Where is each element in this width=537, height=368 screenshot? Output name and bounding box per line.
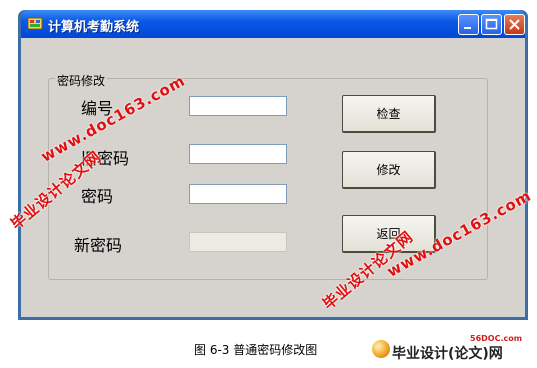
password-label: 密码 xyxy=(81,187,114,206)
client-area: 密码修改 编号 旧密码 密码 新密码 检查 修改 返回 xyxy=(21,38,525,317)
close-button[interactable] xyxy=(504,14,525,35)
figure-caption: 图 6-3 普通密码修改图 xyxy=(194,343,318,357)
groupbox-caption: 密码修改 xyxy=(55,72,108,89)
id-input[interactable] xyxy=(189,96,287,116)
close-icon xyxy=(509,19,520,30)
maximize-button[interactable] xyxy=(481,14,502,35)
modify-button[interactable]: 修改 xyxy=(342,151,436,189)
title-bar[interactable]: 计算机考勤系统 xyxy=(21,10,525,38)
footer-logo: 毕业设计(论文)网 xyxy=(392,346,503,362)
check-button[interactable]: 检查 xyxy=(342,95,436,133)
logo-ball-icon xyxy=(372,340,390,358)
minimize-icon xyxy=(464,27,471,29)
footer-logo-small: 56DOC.com xyxy=(470,334,523,343)
window-title: 计算机考勤系统 xyxy=(48,20,140,35)
app-icon xyxy=(27,17,43,30)
minimize-button[interactable] xyxy=(458,14,479,35)
password-input[interactable] xyxy=(189,184,287,204)
maximize-icon xyxy=(485,18,498,30)
old-password-input[interactable] xyxy=(189,144,287,164)
new-password-input[interactable] xyxy=(189,232,287,252)
new-password-label: 新密码 xyxy=(74,236,123,255)
